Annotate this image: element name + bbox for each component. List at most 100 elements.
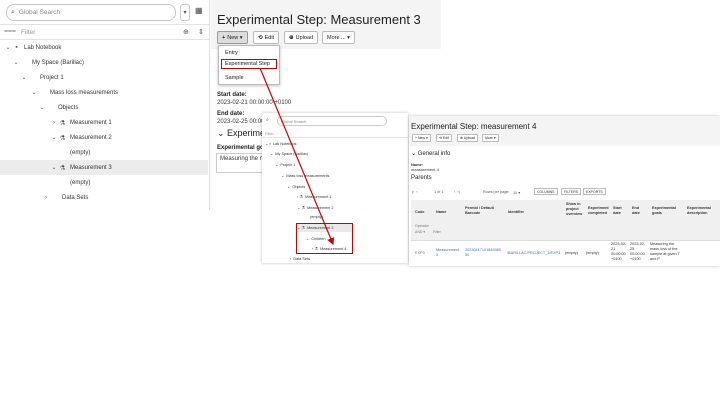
tree-item-label: Objects: [292, 184, 306, 189]
cell-code[interactable]: EXP3: [415, 251, 425, 256]
operator-select[interactable]: AND ▾: [415, 230, 425, 234]
tree-filter-input[interactable]: ⩶ Filter ⊕ ⇕: [0, 24, 210, 40]
more-button[interactable]: More ▾: [482, 134, 499, 142]
edit-button[interactable]: ⟲ Edit: [253, 31, 280, 44]
tree-item[interactable]: › Data Sets: [290, 256, 310, 261]
chevron-down-icon[interactable]: ⌄: [4, 44, 12, 51]
start-date-value: 2023-02-21 00:00:00 +0100: [217, 100, 292, 106]
tree-item[interactable]: ⌄ ▪ Lab Notebook: [265, 141, 297, 146]
operator-label: Operator: [415, 224, 429, 228]
chevron-down-icon[interactable]: ⌄: [50, 134, 58, 141]
chevron-right-icon[interactable]: ›: [42, 195, 50, 201]
end-date-value: 2023-02-25 00:00: [217, 119, 265, 125]
tree-item-label: Measurement 1: [305, 194, 332, 199]
column-header[interactable]: End date: [632, 206, 640, 216]
menu-item-experimental-step[interactable]: Experimental Step: [225, 61, 270, 67]
chevron-down-icon[interactable]: ⌄: [12, 59, 20, 66]
cell-experimental-goals: Measuring the mass loss of the sample at…: [650, 242, 680, 261]
tree-item-label: Lab Notebook: [272, 141, 297, 146]
plus-icon: +: [415, 136, 418, 140]
columns-button[interactable]: COLUMNS: [534, 188, 558, 195]
name-value: measurement 4: [411, 167, 439, 172]
sort-icon[interactable]: ⇕: [198, 28, 204, 36]
global-filter-input[interactable]: Filter: [433, 230, 441, 234]
global-search-input[interactable]: Global Search: [277, 116, 387, 126]
chevron-down-icon[interactable]: ⌄: [50, 164, 58, 171]
global-search-placeholder: Global Search: [18, 9, 61, 16]
menu-item-sample[interactable]: Sample: [225, 75, 244, 81]
tree-item-mass-loss-measurements[interactable]: ⌄ Mass loss measurements: [0, 85, 208, 100]
chevron-down-icon[interactable]: ⌄: [411, 151, 418, 157]
chevron-down-icon[interactable]: ⌄: [38, 104, 46, 111]
upload-button[interactable]: ⊕ Upload: [284, 31, 319, 44]
more-button[interactable]: More ... ▾: [322, 31, 355, 44]
tree-item-label: Objects: [58, 104, 79, 111]
tree-item-measurement-1[interactable]: › ⚗ Measurement 1: [0, 115, 208, 130]
cell-show-in-overview: (empty): [565, 251, 578, 255]
next-page-icon[interactable]: › ›|: [454, 190, 460, 194]
tree-item-lab-notebook[interactable]: ⌄ ▪ Lab Notebook: [0, 40, 208, 55]
tree-item[interactable]: ⌄ Project 1: [275, 162, 295, 167]
new-dropdown-menu: Entry Experimental Step Sample: [218, 45, 280, 85]
section-title[interactable]: ⌄ Experime: [217, 128, 265, 139]
table-header: Code Name Permid / Default Barcode Ident…: [411, 200, 720, 240]
tree-item[interactable]: ⌄ ⚗ Measurement 2: [297, 205, 333, 210]
tree-item-empty: (empty): [310, 215, 323, 219]
upload-button[interactable]: ⊕ Upload: [457, 134, 479, 142]
notebook-icon: ▪: [15, 44, 18, 51]
tree-item-label: Data Sets: [293, 256, 311, 261]
chevron-down-icon[interactable]: ⌄: [20, 74, 28, 81]
goals-label: Experimental goa: [217, 145, 268, 151]
chevron-down-icon: ▾: [345, 34, 350, 41]
column-header[interactable]: Experimental description: [687, 206, 711, 216]
cell-name[interactable]: Measurement 3: [436, 248, 459, 258]
tree-item-measurement-3[interactable]: ⌄ ⚗ Measurement 3: [0, 160, 208, 175]
grid-view-icon[interactable]: ▦: [195, 6, 203, 15]
column-header[interactable]: Code: [415, 210, 425, 215]
filters-button[interactable]: FILTERS: [561, 188, 582, 195]
tree-item-data-sets[interactable]: › Data Sets: [0, 190, 208, 205]
exports-button[interactable]: EXPORTS: [583, 188, 606, 195]
new-button[interactable]: + New ▾: [412, 134, 431, 142]
edit-button[interactable]: ⟲ Edit: [436, 134, 452, 142]
chevron-down-icon[interactable]: ⌄: [30, 89, 38, 96]
column-header[interactable]: Permid / Default Barcode: [465, 206, 494, 216]
new-button-label: New: [418, 136, 426, 140]
tree-item[interactable]: ⌄ Objects: [287, 184, 305, 189]
tree-item[interactable]: › ⚗ Measurement 1: [297, 194, 331, 199]
tree-item-project-1[interactable]: ⌄ Project 1: [0, 70, 208, 85]
upload-icon: ⊕: [289, 34, 294, 41]
new-button[interactable]: + New ▾: [217, 31, 248, 44]
goals-field[interactable]: Measuring the m: [216, 153, 266, 173]
tree-item-measurement-2[interactable]: ⌄ ⚗ Measurement 2: [0, 130, 208, 145]
panel-header: Experimental Step: measurement 4: [409, 116, 720, 146]
tree-filter-input[interactable]: Filter: [262, 129, 408, 138]
chevron-down-icon[interactable]: ⌄: [217, 128, 227, 138]
locate-icon[interactable]: ⊕: [183, 28, 189, 36]
general-info-section[interactable]: ⌄ General info: [411, 150, 450, 157]
tree-item-my-space[interactable]: ⌄ My Space (Barillac): [0, 55, 208, 70]
global-search-input[interactable]: ⌕ Global Search: [6, 4, 176, 21]
column-header[interactable]: Identifier: [508, 210, 524, 215]
rows-per-page-select[interactable]: 10 ▾: [513, 190, 520, 195]
first-page-icon[interactable]: |‹ ‹: [412, 190, 418, 194]
column-header[interactable]: Start date: [613, 206, 622, 216]
search-scope-dropdown[interactable]: ▾: [180, 4, 190, 21]
tree-item-label: Measurement 2: [307, 205, 334, 210]
tree-item[interactable]: ⌄ Mass loss measurements: [281, 173, 329, 178]
cell-identifier[interactable]: /BARILLAC/PROJECT_1/EXP3: [507, 251, 560, 256]
menu-item-entry[interactable]: Entry: [225, 50, 238, 56]
tree-item-objects[interactable]: ⌄ Objects: [0, 100, 208, 115]
new-button-label: New: [227, 34, 239, 41]
column-header[interactable]: Experiment completed: [588, 206, 609, 216]
column-header[interactable]: Experimental goals: [652, 206, 676, 216]
column-header[interactable]: Name: [436, 210, 446, 215]
column-header[interactable]: Show in project overview: [566, 202, 582, 217]
tree-item[interactable]: ⌄ My Space (Barillac): [270, 151, 308, 156]
edit-icon: ⟲: [258, 34, 263, 41]
cell-permid[interactable]: 20230417101849080 50: [465, 248, 501, 258]
chevron-right-icon[interactable]: ›: [50, 120, 58, 126]
tree-item-label: Measurement 2: [70, 134, 112, 141]
measurement-4-panel: Experimental Step: measurement 4 + New ▾…: [409, 116, 720, 266]
chevron-down-icon: ▾: [238, 34, 243, 41]
